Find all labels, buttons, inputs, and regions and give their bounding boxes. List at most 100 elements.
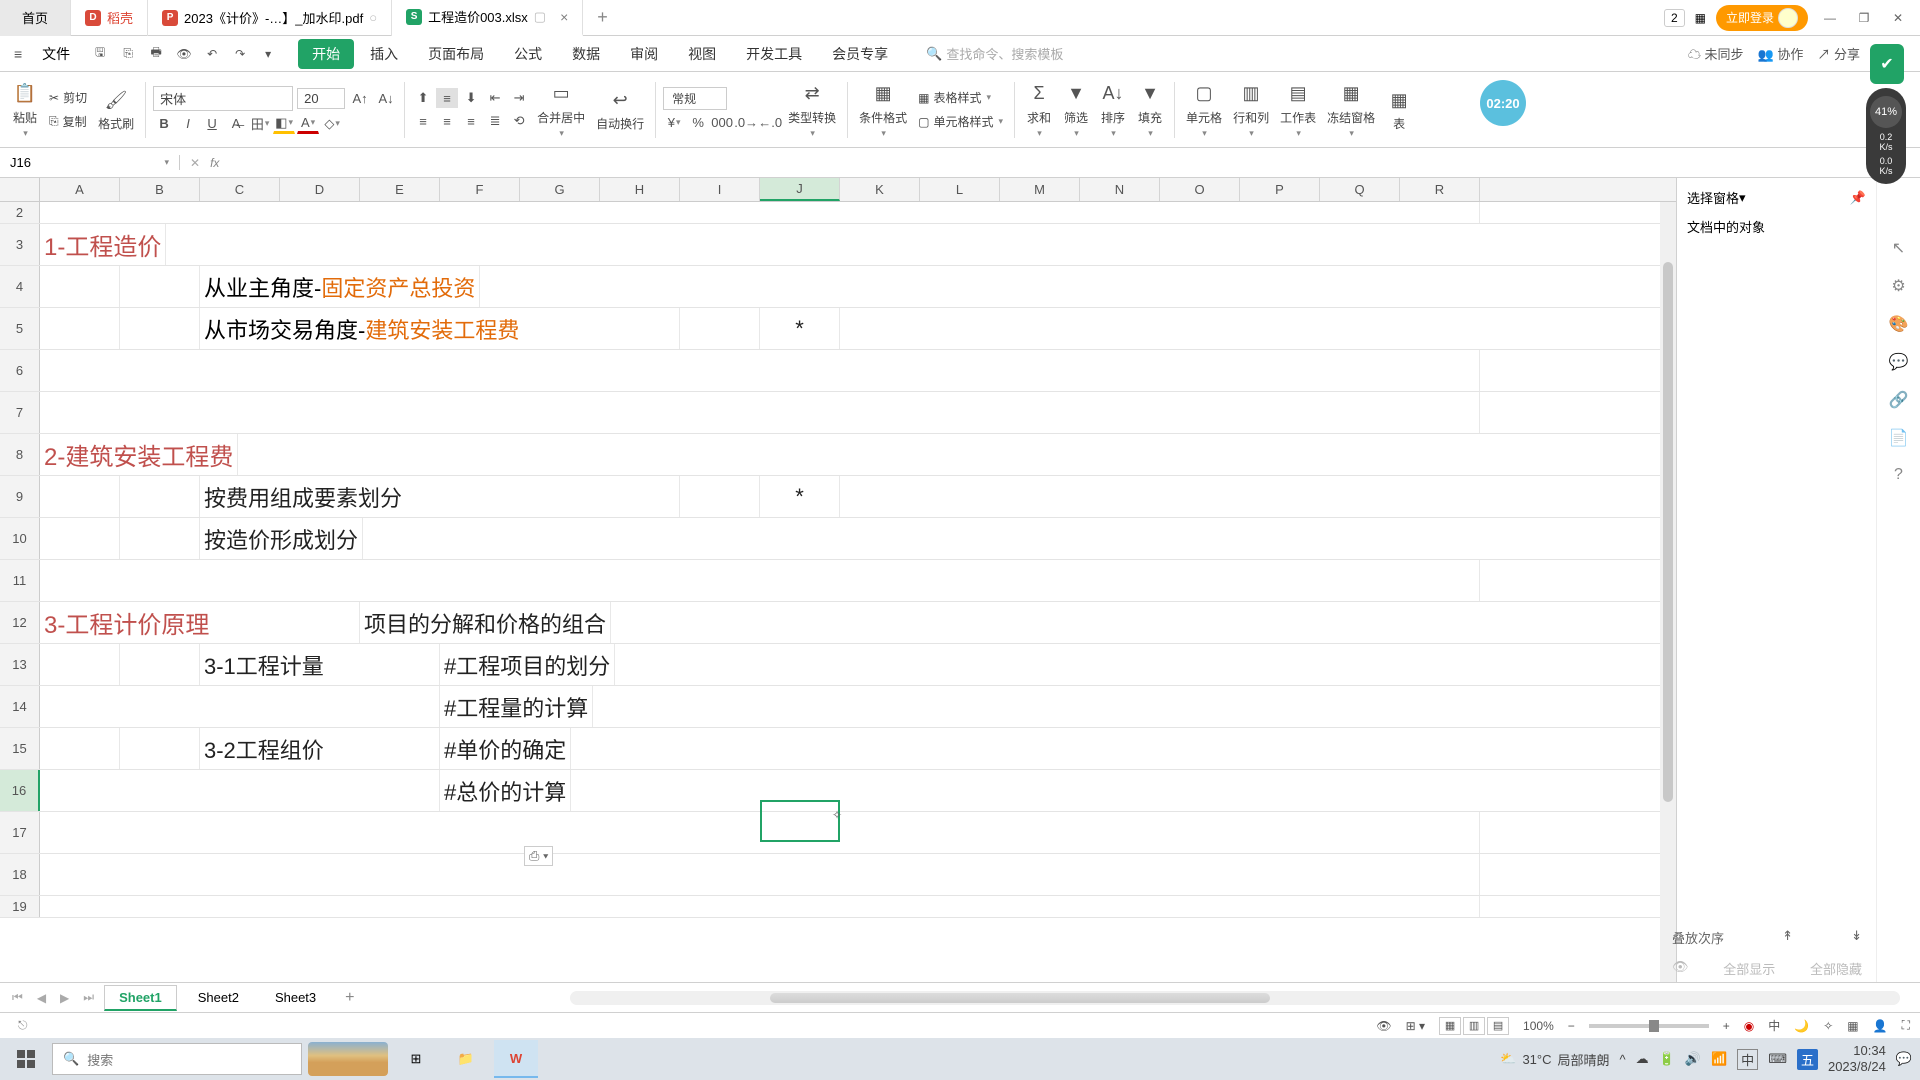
row-13[interactable]: 13 bbox=[0, 644, 40, 685]
bold-button[interactable]: B bbox=[153, 114, 175, 134]
view-break-icon[interactable]: ▤ bbox=[1487, 1017, 1509, 1035]
hide-all-button[interactable]: 全部隐藏 bbox=[1810, 959, 1862, 978]
chevron-up-icon[interactable]: ^ bbox=[1620, 1052, 1626, 1067]
sort-button[interactable]: A↓排序▾ bbox=[1096, 79, 1130, 141]
strike-button[interactable]: A̶ bbox=[225, 114, 247, 134]
row-9[interactable]: 9 bbox=[0, 476, 40, 517]
row-11[interactable]: 11 bbox=[0, 560, 40, 601]
sheet-tab-2[interactable]: Sheet2 bbox=[183, 985, 254, 1010]
paste-button[interactable]: 📋粘贴▾ bbox=[8, 79, 42, 141]
clear-format-button[interactable]: ◇▾ bbox=[321, 114, 343, 134]
cell-F14[interactable]: #工程量的计算 bbox=[440, 686, 593, 727]
start-button[interactable] bbox=[6, 1042, 46, 1076]
row-12[interactable]: 12 bbox=[0, 602, 40, 643]
sheet-tab-3[interactable]: Sheet3 bbox=[260, 985, 331, 1010]
link-tool-icon[interactable]: 🔗 bbox=[1889, 390, 1909, 410]
cloud-icon[interactable]: ☁ bbox=[1636, 1051, 1649, 1067]
qat-dropdown-icon[interactable]: ▾ bbox=[258, 44, 278, 64]
clock[interactable]: 10:34 2023/8/24 bbox=[1828, 1043, 1886, 1074]
style-tool-icon[interactable]: 🎨 bbox=[1889, 314, 1909, 334]
col-I[interactable]: I bbox=[680, 178, 760, 201]
cell-A3[interactable]: 1-工程造价 bbox=[40, 224, 166, 265]
cell-A12[interactable]: 3-工程计价原理 bbox=[40, 602, 360, 643]
send-backward-icon[interactable]: ↡ bbox=[1851, 928, 1862, 947]
merge-button[interactable]: ▭合并居中▾ bbox=[533, 79, 589, 141]
close-button[interactable]: ✕ bbox=[1886, 6, 1910, 30]
col-L[interactable]: L bbox=[920, 178, 1000, 201]
unsync-button[interactable]: ☁ 未同步 bbox=[1688, 44, 1744, 63]
tab-add-button[interactable]: + bbox=[583, 7, 622, 28]
rtab-dev[interactable]: 开发工具 bbox=[732, 39, 816, 69]
col-E[interactable]: E bbox=[360, 178, 440, 201]
cell-F15[interactable]: #单价的确定 bbox=[440, 728, 571, 769]
rowcol-button[interactable]: ▥行和列▾ bbox=[1229, 79, 1273, 141]
wrap-button[interactable]: ↩自动换行 bbox=[592, 85, 648, 134]
cell-C5[interactable]: 从市场交易角度-建筑安装工程费 bbox=[200, 308, 680, 349]
cell-F16[interactable]: #总价的计算 bbox=[440, 770, 571, 811]
tab-pin-icon[interactable]: ▢ bbox=[534, 9, 546, 25]
row-5[interactable]: 5 bbox=[0, 308, 40, 349]
vertical-scrollbar[interactable] bbox=[1660, 202, 1676, 982]
horizontal-scrollbar[interactable] bbox=[570, 991, 1900, 1005]
wps-app-icon[interactable]: W bbox=[494, 1040, 538, 1078]
row-18[interactable]: 18 bbox=[0, 854, 40, 895]
grid-toggle-icon[interactable]: ⊞ ▾ bbox=[1406, 1019, 1425, 1033]
cell-F13[interactable]: #工程项目的划分 bbox=[440, 644, 615, 685]
underline-button[interactable]: U bbox=[201, 114, 223, 134]
tray-3-icon[interactable]: 🌙 bbox=[1794, 1019, 1809, 1033]
eye-icon[interactable]: 👁 bbox=[1672, 959, 1689, 978]
row-8[interactable]: 8 bbox=[0, 434, 40, 475]
taskview-icon[interactable]: ⊞ bbox=[394, 1040, 438, 1078]
rtab-layout[interactable]: 页面布局 bbox=[414, 39, 498, 69]
file-menu[interactable]: 文件 bbox=[32, 40, 80, 68]
taskbar-search[interactable]: 🔍搜索 bbox=[52, 1043, 302, 1075]
type-convert-button[interactable]: ⇄类型转换▾ bbox=[784, 79, 840, 141]
sheet-last-icon[interactable]: ⏭ bbox=[79, 990, 98, 1005]
help-tool-icon[interactable]: ? bbox=[1894, 466, 1903, 484]
row-7[interactable]: 7 bbox=[0, 392, 40, 433]
spreadsheet-grid[interactable]: A B C D E F G H I J K L M N O P Q R 2 31… bbox=[0, 178, 1676, 982]
print-icon[interactable]: 🖶 bbox=[146, 44, 166, 64]
name-box[interactable]: J16▾ bbox=[0, 155, 180, 170]
sheet-next-icon[interactable]: ▶ bbox=[56, 991, 73, 1005]
vscroll-thumb[interactable] bbox=[1663, 262, 1673, 802]
cell-J5[interactable]: * bbox=[760, 308, 840, 349]
weather-widget[interactable]: ⛅ 31°C 局部晴朗 bbox=[1500, 1050, 1609, 1069]
coop-button[interactable]: 👥 协作 bbox=[1758, 44, 1804, 63]
row-2[interactable]: 2 bbox=[0, 202, 40, 223]
align-bottom-icon[interactable]: ⬇ bbox=[460, 88, 482, 108]
paste-options-icon[interactable]: ⎙ ▾ bbox=[524, 846, 553, 866]
tab-home[interactable]: 首页 bbox=[0, 0, 71, 36]
cell-C15[interactable]: 3-2工程组价 bbox=[200, 728, 440, 769]
maximize-button[interactable]: ❐ bbox=[1852, 6, 1876, 30]
dec-decimal-icon[interactable]: ←.0 bbox=[759, 113, 781, 133]
sheet-prev-icon[interactable]: ◀ bbox=[33, 991, 50, 1005]
percent-icon[interactable]: % bbox=[687, 113, 709, 133]
font-size-select[interactable]: 20 bbox=[297, 88, 345, 109]
cell-C4[interactable]: 从业主角度-固定资产总投资 bbox=[200, 266, 480, 307]
inc-decimal-icon[interactable]: .0→ bbox=[735, 113, 757, 133]
row-19[interactable]: 19 bbox=[0, 896, 40, 917]
sum-button[interactable]: Σ求和▾ bbox=[1022, 79, 1056, 141]
fx-icon[interactable]: fx bbox=[210, 156, 219, 170]
font-color-button[interactable]: A▾ bbox=[297, 114, 319, 134]
battery-icon[interactable]: 🔋 bbox=[1659, 1051, 1675, 1067]
preview-icon[interactable]: 👁 bbox=[174, 44, 194, 64]
tab-close-icon[interactable]: × bbox=[560, 9, 568, 25]
select-all-corner[interactable] bbox=[0, 178, 40, 201]
perf-widget[interactable]: 41% 0.2K/s 0.0K/s bbox=[1866, 88, 1906, 184]
redo-icon[interactable]: ↷ bbox=[230, 44, 250, 64]
eye-toggle-icon[interactable]: 👁 bbox=[1376, 1019, 1391, 1033]
col-C[interactable]: C bbox=[200, 178, 280, 201]
volume-icon[interactable]: 🔊 bbox=[1685, 1051, 1701, 1067]
wifi-icon[interactable]: 📶 bbox=[1711, 1051, 1727, 1067]
zoom-slider[interactable] bbox=[1589, 1024, 1709, 1028]
grow-font-icon[interactable]: A↑ bbox=[349, 88, 371, 108]
table-button[interactable]: ▦表 bbox=[1382, 85, 1416, 134]
cell-C13[interactable]: 3-1工程计量 bbox=[200, 644, 440, 685]
comma-icon[interactable]: 000 bbox=[711, 113, 733, 133]
rtab-start[interactable]: 开始 bbox=[298, 39, 354, 69]
col-P[interactable]: P bbox=[1240, 178, 1320, 201]
cut-button[interactable]: ✂剪切 bbox=[45, 87, 91, 108]
zoom-knob[interactable] bbox=[1649, 1020, 1659, 1032]
